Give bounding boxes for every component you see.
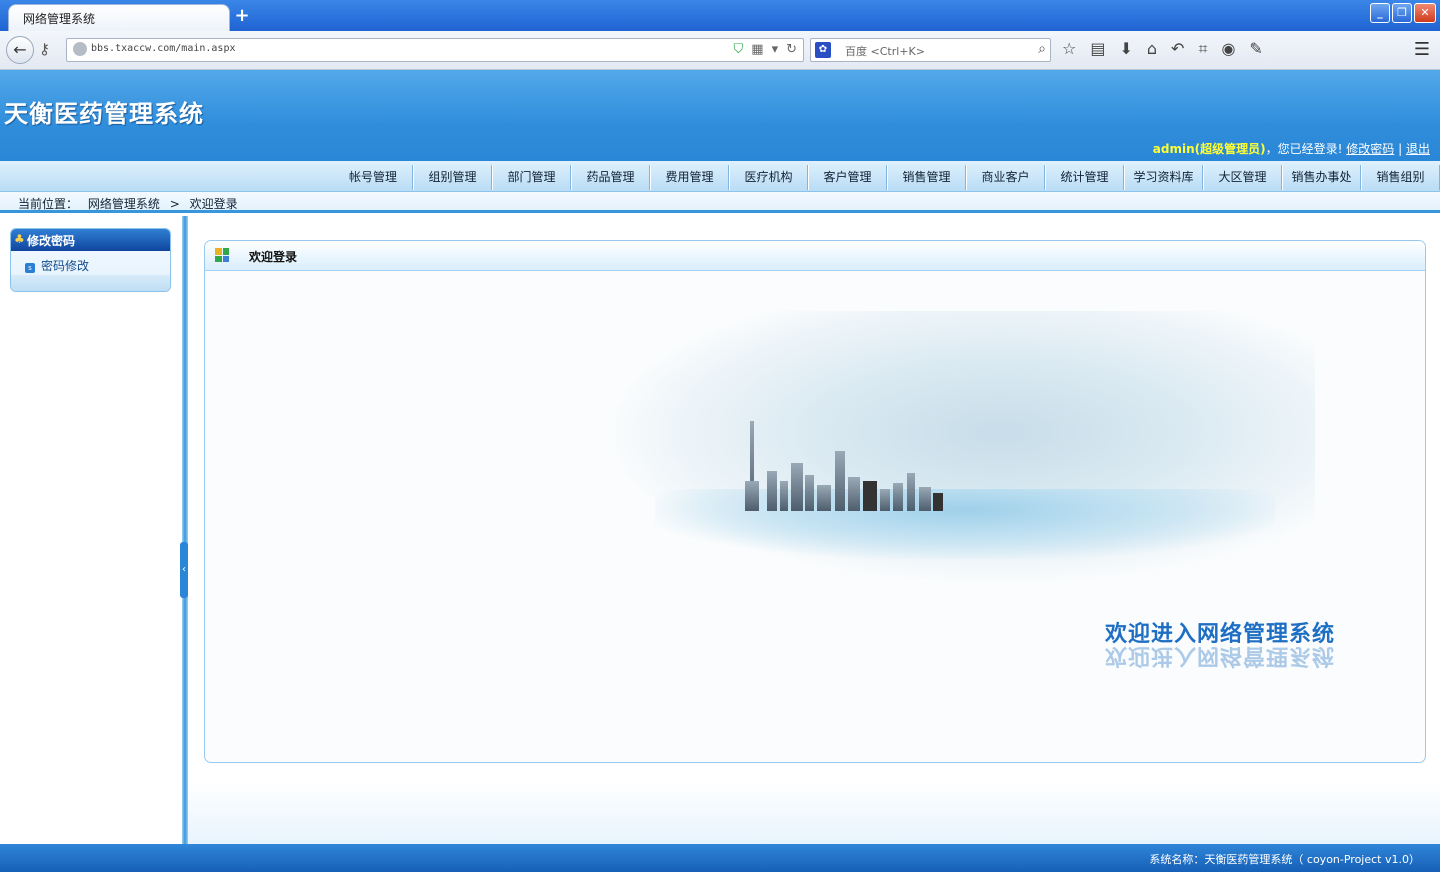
tab-title: 网络管理系统 xyxy=(23,12,96,26)
nav-item-expense[interactable]: 费用管理 xyxy=(650,165,729,190)
qr-code-icon[interactable]: ▦ xyxy=(751,42,763,57)
back-button[interactable]: ← xyxy=(6,36,34,64)
content-area: 欢迎登录 欢迎进入网络管理系统 欢迎进入网络管理系统 xyxy=(188,216,1440,844)
baidu-paw-icon[interactable]: ✿ xyxy=(815,42,831,58)
restore-button[interactable]: ❐ xyxy=(1392,3,1412,23)
user-key-icon: ♣ xyxy=(14,232,25,246)
app-header: 天衡医药管理系统 admin(超级管理员)，您已经登录! 修改密码 | 退出 xyxy=(0,70,1440,161)
sidebar-menu-title: 修改密码 xyxy=(27,234,76,248)
shield-icon[interactable]: ⛉ xyxy=(734,42,744,57)
breadcrumb-root[interactable]: 网络管理系统 xyxy=(88,197,160,211)
breadcrumb-bar: 当前位置： 网络管理系统 > 欢迎登录 xyxy=(0,192,1440,213)
bullet-icon: s xyxy=(25,263,35,273)
nav-item-department[interactable]: 部门管理 xyxy=(492,165,571,190)
hamburger-menu-icon[interactable]: ☰ xyxy=(1414,39,1430,60)
status-bar: 系统名称：天衡医药管理系统（ coyon-Project v1.0） xyxy=(0,844,1440,872)
window-controls: _ ❐ ✕ xyxy=(1370,3,1436,23)
sidebar-menu-footer xyxy=(11,275,170,291)
download-icon[interactable]: ⬇ xyxy=(1119,39,1132,59)
main-nav: 帐号管理 组别管理 部门管理 药品管理 费用管理 医疗机构 客户管理 销售管理 … xyxy=(0,161,1440,192)
search-bar[interactable]: ✿ 百度 <Ctrl+K> ⌕ xyxy=(810,38,1051,62)
close-window-button[interactable]: ✕ xyxy=(1414,3,1436,23)
key-icon[interactable]: ⚷ xyxy=(39,40,50,58)
nav-item-statistics[interactable]: 统计管理 xyxy=(1045,165,1124,190)
sidebar-item-change-password[interactable]: s 密码修改 xyxy=(11,251,170,275)
dropdown-icon[interactable]: ▾ xyxy=(772,42,779,57)
welcome-banner-reflection: 欢迎进入网络管理系统 xyxy=(1105,643,1336,668)
home-icon[interactable]: ⌂ xyxy=(1147,39,1157,59)
sidebar-menu-header[interactable]: ♣ 修改密码 xyxy=(11,229,170,251)
grid-icon xyxy=(215,248,229,262)
nav-item-medical-institution[interactable]: 医疗机构 xyxy=(729,165,808,190)
new-tab-button[interactable]: + xyxy=(231,7,253,27)
breadcrumb-arrow: > xyxy=(169,197,180,211)
welcome-panel: 欢迎登录 欢迎进入网络管理系统 欢迎进入网络管理系统 xyxy=(204,240,1426,763)
undo-icon[interactable]: ↶ xyxy=(1171,39,1184,59)
user-name: admin(超级管理员) xyxy=(1152,142,1266,156)
bookmark-star-icon[interactable]: ☆ xyxy=(1062,39,1076,59)
logged-in-text: ，您已经登录! xyxy=(1265,142,1343,156)
system-name-text: 系统名称：天衡医药管理系统（ coyon-Project v1.0） xyxy=(1149,853,1420,866)
sidebar: ♣ 修改密码 s 密码修改 xyxy=(0,216,182,844)
collapse-sidebar-icon[interactable]: ‹ xyxy=(180,542,188,598)
breadcrumb: 当前位置： 网络管理系统 > 欢迎登录 xyxy=(18,195,244,212)
nav-item-customer[interactable]: 客户管理 xyxy=(808,165,887,190)
chat-icon[interactable]: ◉ xyxy=(1221,39,1235,59)
back-arrow-icon: ← xyxy=(13,40,27,59)
nav-item-group[interactable]: 组别管理 xyxy=(413,165,492,190)
panel-header: 欢迎登录 xyxy=(205,241,1425,271)
nav-item-region[interactable]: 大区管理 xyxy=(1203,165,1282,190)
browser-tab[interactable]: 网络管理系统 xyxy=(8,4,230,31)
nav-item-sales[interactable]: 销售管理 xyxy=(887,165,966,190)
link-separator: | xyxy=(1398,142,1403,156)
sidebar-menu: ♣ 修改密码 s 密码修改 xyxy=(10,228,171,292)
city-skyline-illustration xyxy=(615,311,1315,581)
browser-toolbar: ← ⚷ bbs.txaccw.com/main.aspx ⛉ ▦ ▾ ↻ ✿ 百… xyxy=(0,31,1440,70)
reading-list-icon[interactable]: ▤ xyxy=(1090,39,1105,59)
nav-item-business-customer[interactable]: 商业客户 xyxy=(966,165,1045,190)
magnifier-icon[interactable]: ⌕ xyxy=(1038,41,1046,57)
toolbar-icons: ☆ ▤ ⬇ ⌂ ↶ ⌗ ◉ ✎ xyxy=(1062,39,1263,59)
url-icons: ⛉ ▦ ▾ ↻ xyxy=(734,42,798,57)
globe-icon xyxy=(73,42,87,56)
breadcrumb-current: 欢迎登录 xyxy=(189,197,238,211)
logout-link[interactable]: 退出 xyxy=(1406,142,1430,156)
breadcrumb-label: 当前位置： xyxy=(18,197,79,211)
app-title: 天衡医药管理系统 xyxy=(4,100,204,128)
nav-item-sales-office[interactable]: 销售办事处 xyxy=(1282,165,1361,190)
browser-titlebar: 网络管理系统 + _ ❐ ✕ xyxy=(0,0,1440,31)
url-text: bbs.txaccw.com/main.aspx xyxy=(91,43,236,54)
minimize-button[interactable]: _ xyxy=(1370,3,1390,23)
crop-icon[interactable]: ⌗ xyxy=(1198,39,1207,59)
sidebar-item-label: 密码修改 xyxy=(41,259,90,273)
nav-item-sales-group[interactable]: 销售组别 xyxy=(1361,165,1440,190)
user-bar: admin(超级管理员)，您已经登录! 修改密码 | 退出 xyxy=(1153,140,1430,157)
nav-item-account[interactable]: 帐号管理 xyxy=(334,165,413,190)
nav-item-learning-library[interactable]: 学习资料库 xyxy=(1124,165,1203,190)
change-password-link[interactable]: 修改密码 xyxy=(1346,142,1394,156)
refresh-icon[interactable]: ↻ xyxy=(786,42,797,57)
address-bar[interactable]: bbs.txaccw.com/main.aspx ⛉ ▦ ▾ ↻ xyxy=(66,38,804,62)
panel-title: 欢迎登录 xyxy=(249,250,298,264)
extension-icon[interactable]: ✎ xyxy=(1249,39,1262,59)
nav-item-drug[interactable]: 药品管理 xyxy=(571,165,650,190)
search-placeholder: 百度 <Ctrl+K> xyxy=(845,45,925,58)
